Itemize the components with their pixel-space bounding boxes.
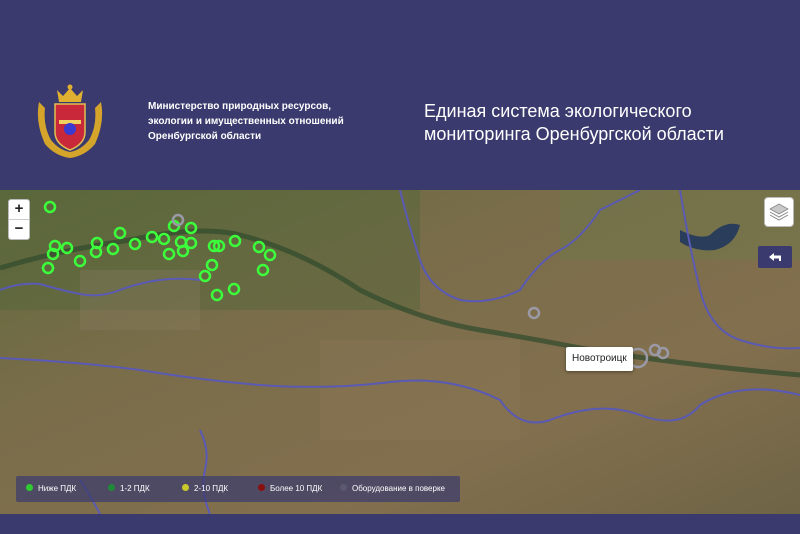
city-popup: Новотроицк [566, 347, 633, 371]
system-title: Единая система экологического мониторинг… [424, 100, 724, 146]
field-area [320, 340, 520, 440]
legend-item: Оборудование в поверке [340, 476, 445, 502]
ministry-line: Оренбургской области [148, 131, 262, 142]
legend-item: Более 10 ПДК [258, 476, 322, 502]
legend-item: Ниже ПДК [26, 476, 76, 502]
oblast-emblem-icon [37, 84, 103, 158]
back-button[interactable] [758, 246, 792, 268]
legend-dot-icon [108, 484, 115, 492]
ministry-line: Министерство природных ресурсов, [148, 101, 332, 112]
legend-dot-icon [182, 484, 189, 492]
satellite-map[interactable] [0, 190, 800, 514]
legend-label: Оборудование в поверке [352, 484, 445, 493]
title-line: Единая система экологического [424, 101, 692, 121]
layers-button[interactable] [764, 197, 794, 227]
zoom-in-button[interactable]: + [9, 200, 29, 219]
zoom-control: + − [8, 199, 30, 240]
legend-label: Более 10 ПДК [270, 484, 323, 493]
map-canvas[interactable] [0, 190, 800, 514]
zoom-out-button[interactable]: − [9, 220, 29, 239]
legend-item: 2-10 ПДК [182, 476, 228, 502]
back-arrow-icon [769, 253, 781, 261]
legend-label: Ниже ПДК [38, 484, 77, 493]
ministry-line: экологии и имущественных отношений [148, 116, 344, 127]
legend-item: 1-2 ПДК [108, 476, 150, 502]
legend-dot-icon [340, 484, 347, 492]
header: Министерство природных ресурсов, экологи… [0, 0, 800, 190]
legend-dot-icon [26, 484, 33, 492]
legend-dot-icon [258, 484, 265, 492]
ministry-name: Министерство природных ресурсов, экологи… [148, 99, 378, 144]
city-name: Новотроицк [572, 353, 627, 364]
legend-label: 1-2 ПДК [120, 484, 150, 493]
legend-label: 2-10 ПДК [194, 484, 229, 493]
layers-icon [769, 203, 789, 221]
map-legend: Ниже ПДК 1-2 ПДК 2-10 ПДК Более 10 ПДК О… [16, 476, 460, 502]
title-line: мониторинга Оренбургской области [424, 124, 724, 144]
footer-bar [0, 514, 800, 534]
